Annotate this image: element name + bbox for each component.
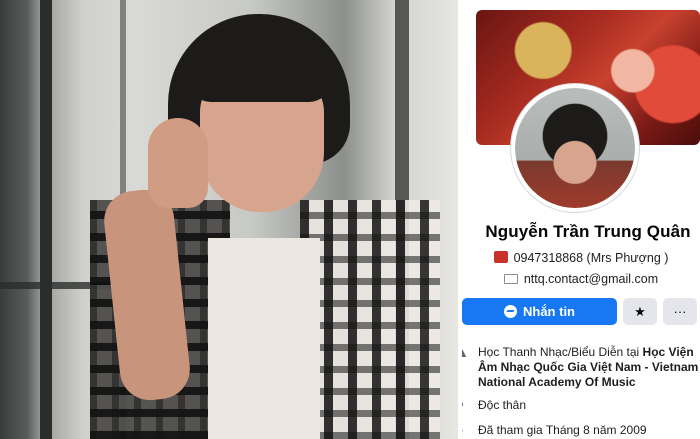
portrait-photo [0, 0, 458, 439]
email-line: nttq.contact@gmail.com [462, 272, 700, 286]
joined-text: Đã tham gia Tháng 8 năm 2009 [478, 423, 647, 437]
phone-text: 0947318868 (Mrs Phượng ) [513, 251, 669, 265]
hand [148, 118, 208, 208]
joined-detail: ◔ Đã tham gia Tháng 8 năm 2009 [462, 423, 700, 439]
education-detail: ▲ Học Thanh Nhạc/Biểu Diễn tại Học Viện … [462, 345, 700, 391]
avatar-image [515, 88, 635, 208]
star-button[interactable]: ★ [623, 298, 657, 325]
hair-fringe [190, 40, 330, 102]
more-icon: ··· [673, 304, 687, 319]
profile-name: Nguyễn Trần Trung Quân [485, 222, 691, 241]
clock-icon: ◔ [462, 424, 469, 437]
window-frame [40, 0, 52, 439]
message-button[interactable]: Nhắn tin [462, 298, 617, 325]
relationship-detail: ♥ Độc thân [462, 398, 700, 414]
graduation-cap-icon: ▲ [462, 345, 469, 360]
heart-icon: ♥ [462, 399, 469, 412]
star-icon: ★ [634, 303, 646, 319]
phone-line: 0947318868 (Mrs Phượng ) [462, 251, 700, 265]
email-text: nttq.contact@gmail.com [523, 272, 659, 286]
more-button[interactable]: ··· [663, 298, 697, 325]
phone-icon [493, 251, 508, 263]
facebook-profile-panel: Nguyễn Trần Trung Quân 0947318868 (Mrs P… [462, 0, 700, 439]
shirt-right-pattern [300, 200, 440, 439]
tshirt [208, 238, 320, 439]
education-prefix: Học Thanh Nhạc/Biểu Diễn tại [478, 345, 643, 359]
messenger-icon [504, 305, 517, 318]
relationship-text: Độc thân [478, 398, 527, 412]
email-icon [503, 274, 518, 284]
profile-avatar[interactable] [511, 84, 639, 212]
message-button-label: Nhắn tin [523, 304, 575, 319]
